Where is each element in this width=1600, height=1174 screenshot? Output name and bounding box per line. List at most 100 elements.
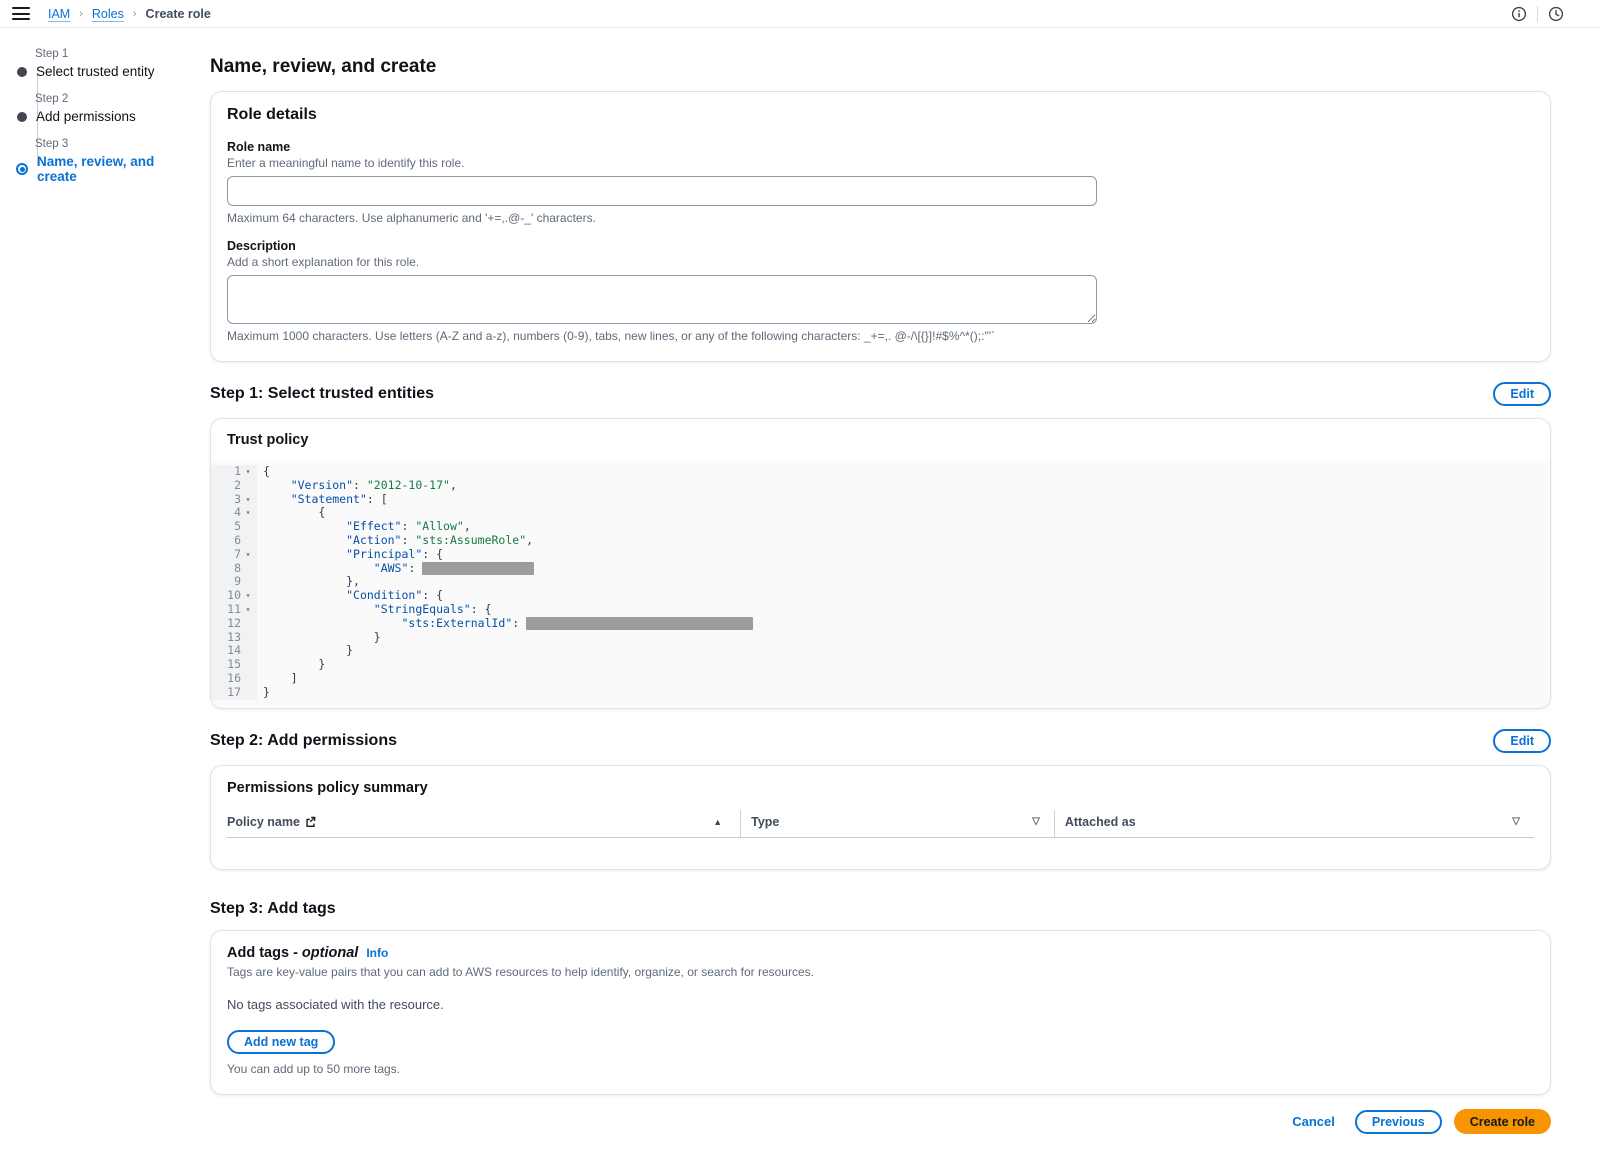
- permissions-policy-table: Policy name ▲ Type ▽: [227, 810, 1534, 870]
- add-tags-title: Add tags - optional: [227, 945, 358, 961]
- info-icon[interactable]: [1511, 6, 1527, 22]
- line-number-gutter: 7▾: [211, 548, 257, 562]
- code-line: 16 ]: [211, 672, 1550, 686]
- breadcrumb-iam[interactable]: IAM: [48, 7, 70, 21]
- line-number-gutter: 2: [211, 479, 257, 493]
- add-new-tag-button[interactable]: Add new tag: [227, 1030, 335, 1054]
- line-number-gutter: 5: [211, 520, 257, 534]
- code-line: 6 "Action": "sts:AssumeRole",: [211, 534, 1550, 548]
- info-link[interactable]: Info: [366, 946, 388, 960]
- line-number-gutter: 12: [211, 617, 257, 631]
- line-number-gutter: 1▾: [211, 465, 257, 479]
- page-title: Name, review, and create: [210, 56, 1551, 78]
- sort-inactive-icon: ▽: [1032, 816, 1044, 827]
- trust-policy-title: Trust policy: [227, 432, 1534, 448]
- fold-toggle-icon[interactable]: ▾: [241, 603, 255, 617]
- tags-limit-text: You can add up to 50 more tags.: [227, 1062, 1534, 1076]
- line-number-gutter: 8: [211, 562, 257, 576]
- chevron-right-icon: ›: [79, 8, 83, 20]
- code-line: 2 "Version": "2012-10-17",: [211, 479, 1550, 493]
- breadcrumb: IAM › Roles › Create role: [48, 7, 211, 21]
- code-line: 17}: [211, 686, 1550, 700]
- trust-policy-code[interactable]: 1▾{2 "Version": "2012-10-17",3▾ "Stateme…: [211, 461, 1550, 708]
- step-title: Name, review, and create: [37, 154, 196, 184]
- wizard-steps-nav: Step 1 Select trusted entity Step 2 Add …: [16, 48, 196, 198]
- description-textarea[interactable]: [227, 275, 1097, 324]
- line-number-gutter: 15: [211, 658, 257, 672]
- sort-inactive-icon: ▽: [1512, 816, 1524, 827]
- step1-section-title: Step 1: Select trusted entities: [210, 385, 434, 403]
- empty-table-body: [227, 837, 1534, 869]
- role-name-description: Enter a meaningful name to identify this…: [227, 156, 1534, 170]
- sort-ascending-icon: ▲: [713, 817, 730, 827]
- wizard-step-1[interactable]: Step 1 Select trusted entity: [16, 48, 196, 79]
- menu-icon[interactable]: [12, 7, 30, 20]
- fold-toggle-icon[interactable]: ▾: [241, 589, 255, 603]
- code-line: 9 },: [211, 575, 1550, 589]
- fold-toggle-icon[interactable]: ▾: [241, 465, 255, 479]
- fold-toggle-icon[interactable]: ▾: [241, 506, 255, 520]
- redacted-value: [422, 562, 534, 575]
- wizard-step-3[interactable]: Step 3 Name, review, and create: [16, 138, 196, 184]
- code-line: 12 "sts:ExternalId":: [211, 617, 1550, 631]
- line-number-gutter: 17: [211, 686, 257, 700]
- code-line: 7▾ "Principal": {: [211, 548, 1550, 562]
- line-number-gutter: 10▾: [211, 589, 257, 603]
- line-number-gutter: 16: [211, 672, 257, 686]
- step2-section-title: Step 2: Add permissions: [210, 732, 397, 750]
- step-complete-bullet-icon: [17, 67, 27, 77]
- fold-toggle-icon[interactable]: ▾: [241, 548, 255, 562]
- fold-toggle-icon[interactable]: ▾: [241, 493, 255, 507]
- line-number-gutter: 9: [211, 575, 257, 589]
- code-line: 13 }: [211, 631, 1550, 645]
- code-line: 11▾ "StringEquals": {: [211, 603, 1550, 617]
- description-label: Description: [227, 239, 1534, 253]
- edit-trusted-entities-button[interactable]: Edit: [1493, 382, 1551, 406]
- description-field-group: Description Add a short explanation for …: [227, 239, 1534, 343]
- role-details-card: Role details Role name Enter a meaningfu…: [210, 91, 1551, 362]
- breadcrumb-current: Create role: [146, 7, 211, 21]
- permissions-summary-title: Permissions policy summary: [227, 780, 1534, 796]
- tags-description: Tags are key-value pairs that you can ad…: [227, 965, 1534, 979]
- top-navigation-bar: IAM › Roles › Create role: [0, 0, 1600, 28]
- code-line: 8 "AWS":: [211, 562, 1550, 576]
- external-link-icon: [305, 816, 316, 827]
- line-number-gutter: 11▾: [211, 603, 257, 617]
- clock-icon[interactable]: [1548, 6, 1564, 22]
- line-number-gutter: 14: [211, 644, 257, 658]
- step-title: Select trusted entity: [36, 64, 155, 79]
- step-number-label: Step 1: [35, 48, 196, 60]
- line-number-gutter: 6: [211, 534, 257, 548]
- role-name-constraint: Maximum 64 characters. Use alphanumeric …: [227, 211, 1534, 225]
- step-complete-bullet-icon: [17, 112, 27, 122]
- code-line: 10▾ "Condition": {: [211, 589, 1550, 603]
- create-role-button[interactable]: Create role: [1454, 1109, 1551, 1134]
- add-tags-card: Add tags - optional Info Tags are key-va…: [210, 930, 1551, 1095]
- code-line: 15 }: [211, 658, 1550, 672]
- cancel-button[interactable]: Cancel: [1292, 1114, 1335, 1129]
- line-number-gutter: 4▾: [211, 506, 257, 520]
- description-constraint: Maximum 1000 characters. Use letters (A-…: [227, 329, 1534, 343]
- role-name-label: Role name: [227, 140, 1534, 154]
- role-details-title: Role details: [227, 106, 1534, 124]
- column-header-policy-name[interactable]: Policy name ▲: [227, 810, 741, 838]
- code-line: 1▾{: [211, 465, 1550, 479]
- line-number-gutter: 13: [211, 631, 257, 645]
- description-description: Add a short explanation for this role.: [227, 255, 1534, 269]
- code-line: 14 }: [211, 644, 1550, 658]
- column-header-type[interactable]: Type ▽: [741, 810, 1055, 838]
- step3-section-title: Step 3: Add tags: [210, 900, 336, 918]
- edit-permissions-button[interactable]: Edit: [1493, 729, 1551, 753]
- trust-policy-card: Trust policy 1▾{2 "Version": "2012-10-17…: [210, 418, 1551, 709]
- previous-button[interactable]: Previous: [1355, 1110, 1442, 1134]
- permissions-summary-card: Permissions policy summary Policy name ▲: [210, 765, 1551, 871]
- code-line: 3▾ "Statement": [: [211, 493, 1550, 507]
- column-header-attached-as[interactable]: Attached as ▽: [1054, 810, 1534, 838]
- breadcrumb-roles[interactable]: Roles: [92, 7, 124, 21]
- wizard-step-2[interactable]: Step 2 Add permissions: [16, 93, 196, 124]
- tags-empty-message: No tags associated with the resource.: [227, 997, 1534, 1012]
- step-number-label: Step 3: [35, 138, 196, 150]
- role-name-input[interactable]: [227, 176, 1097, 206]
- wizard-footer-actions: Cancel Previous Create role: [210, 1109, 1551, 1134]
- step-title: Add permissions: [36, 109, 136, 124]
